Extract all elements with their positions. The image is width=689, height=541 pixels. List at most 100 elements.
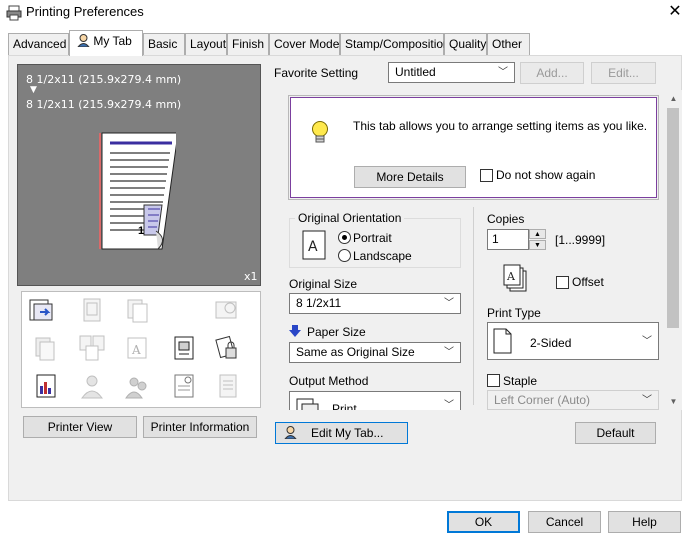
copies-stepper[interactable]: ▲ ▼ (529, 229, 546, 250)
staple-position-value: Left Corner (Auto) (494, 393, 591, 407)
print-type-select[interactable]: 2-Sided ﹀ (487, 322, 659, 360)
preview-original-size: 8 1/2x11 (215.9x279.4 mm) (26, 73, 182, 86)
chevron-down-icon: ﹀ (642, 395, 652, 406)
tab-advanced[interactable]: Advanced (8, 33, 69, 55)
svg-text:A: A (506, 270, 516, 283)
paper-size-value: Same as Original Size (296, 345, 415, 359)
original-size-select[interactable]: 8 1/2x11 ﹀ (289, 293, 461, 314)
portrait-radio[interactable] (338, 231, 351, 244)
printer-information-button[interactable]: Printer Information (143, 416, 257, 438)
cancel-button[interactable]: Cancel (528, 511, 601, 533)
preview-arrow: ▼ (30, 85, 37, 95)
two-sided-icon (493, 328, 512, 354)
tab-cover-mode[interactable]: Cover Mode (269, 33, 340, 55)
secure-print-icon[interactable] (212, 334, 240, 362)
chevron-down-icon: ﹀ (444, 347, 454, 358)
account-track-icon (125, 377, 147, 399)
edit-my-tab-button[interactable]: Edit My Tab... (275, 422, 408, 444)
add-favorite-button[interactable]: Add... (520, 62, 584, 84)
output-method-value: Print (332, 402, 357, 410)
booklet-icon (215, 301, 237, 319)
layout-icon (83, 298, 101, 322)
font-icon: A (127, 337, 147, 359)
output-method-select[interactable]: Print ﹀ (289, 391, 461, 410)
orientation-label: Original Orientation (295, 211, 405, 225)
user-icon (76, 34, 91, 48)
window-title: Printing Preferences (26, 4, 144, 19)
staple-checkbox[interactable] (487, 374, 500, 387)
portrait-page-icon: A (302, 230, 326, 260)
print-preview: 8 1/2x11 (215.9x279.4 mm) ▼ 8 1/2x11 (21… (17, 64, 261, 286)
paper-size-label: Paper Size (307, 325, 366, 339)
favorite-setting-value: Untitled (395, 65, 436, 79)
group-icon (79, 335, 105, 361)
copies-range: [1...9999] (555, 233, 606, 247)
preview-page-image (99, 132, 176, 250)
tab-quality[interactable]: Quality (444, 33, 487, 55)
user-auth-icon (81, 375, 103, 399)
staple-position-select[interactable]: Left Corner (Auto) ﹀ (487, 390, 659, 410)
default-button[interactable]: Default (575, 422, 656, 444)
chevron-down-icon: ﹀ (498, 67, 508, 78)
landscape-radio[interactable] (338, 249, 351, 262)
arrow-down-icon (289, 325, 301, 337)
ok-button[interactable]: OK (447, 511, 520, 533)
tab-stamp-composition[interactable]: Stamp/Composition (340, 33, 450, 55)
offset-checkbox[interactable] (556, 276, 569, 289)
printer-icon (6, 5, 22, 21)
tab-layout[interactable]: Layout (185, 33, 227, 55)
preview-paper-size: 8 1/2x11 (215.9x279.4 mm) (26, 98, 182, 111)
preview-page-number: 1 (138, 225, 145, 237)
printer-view-icon[interactable] (28, 296, 56, 324)
function-icon-panel: A (21, 291, 261, 408)
scroll-down-icon[interactable]: ▼ (665, 393, 682, 410)
scroll-up-icon[interactable]: ▲ (665, 90, 682, 107)
landscape-label: Landscape (353, 249, 412, 263)
dont-show-again-label: Do not show again (496, 168, 596, 182)
document-settings-icon[interactable] (170, 334, 198, 362)
portrait-label: Portrait (353, 231, 392, 245)
scrollbar-thumb[interactable] (667, 108, 679, 328)
stepper-up-icon[interactable]: ▲ (529, 229, 546, 239)
edit-favorite-button[interactable]: Edit... (591, 62, 656, 84)
user-icon (283, 426, 298, 440)
more-details-button[interactable]: More Details (354, 166, 466, 188)
output-method-label: Output Method (289, 374, 369, 388)
help-button[interactable]: Help (608, 511, 681, 533)
report-icon[interactable] (32, 372, 60, 400)
print-type-label: Print Type (487, 306, 541, 320)
collate-icon (35, 337, 55, 361)
svg-text:A: A (131, 343, 141, 357)
chevron-down-icon: ﹀ (444, 400, 454, 410)
svg-text:A: A (308, 239, 318, 255)
lightbulb-icon (312, 121, 328, 143)
offset-stack-icon: A (503, 264, 527, 292)
original-size-label: Original Size (289, 277, 358, 291)
original-size-value: 8 1/2x11 (296, 296, 342, 310)
settings-sheet-icon (174, 374, 194, 398)
stepper-down-icon[interactable]: ▼ (529, 240, 546, 250)
tab-my-tab[interactable]: My Tab (69, 30, 143, 56)
close-icon[interactable]: ✕ (664, 2, 686, 22)
printer-view-button[interactable]: Printer View (23, 416, 137, 438)
copies-label: Copies (487, 212, 525, 226)
tab-finish[interactable]: Finish (227, 33, 269, 55)
staple-label: Staple (503, 374, 538, 388)
output-method-clip: Print ﹀ (289, 391, 461, 410)
print-output-icon (296, 398, 319, 410)
info-message-box: This tab allows you to arrange setting i… (288, 95, 659, 200)
copies-input[interactable]: 1 (487, 229, 529, 250)
list-icon (219, 374, 237, 398)
paper-size-select[interactable]: Same as Original Size ﹀ (289, 342, 461, 363)
favorite-setting-select[interactable]: Untitled ﹀ (388, 62, 515, 83)
edit-my-tab-label: Edit My Tab... (311, 426, 384, 440)
chevron-down-icon: ﹀ (444, 298, 454, 309)
column-divider (473, 207, 474, 405)
tab-basic[interactable]: Basic (143, 33, 185, 55)
offset-label: Offset (572, 275, 604, 289)
dont-show-again-checkbox[interactable] (480, 169, 493, 182)
print-type-value: 2-Sided (530, 336, 572, 350)
favorite-setting-label: Favorite Setting (274, 66, 359, 80)
chevron-down-icon: ﹀ (642, 336, 652, 347)
tab-other[interactable]: Other (487, 33, 530, 55)
